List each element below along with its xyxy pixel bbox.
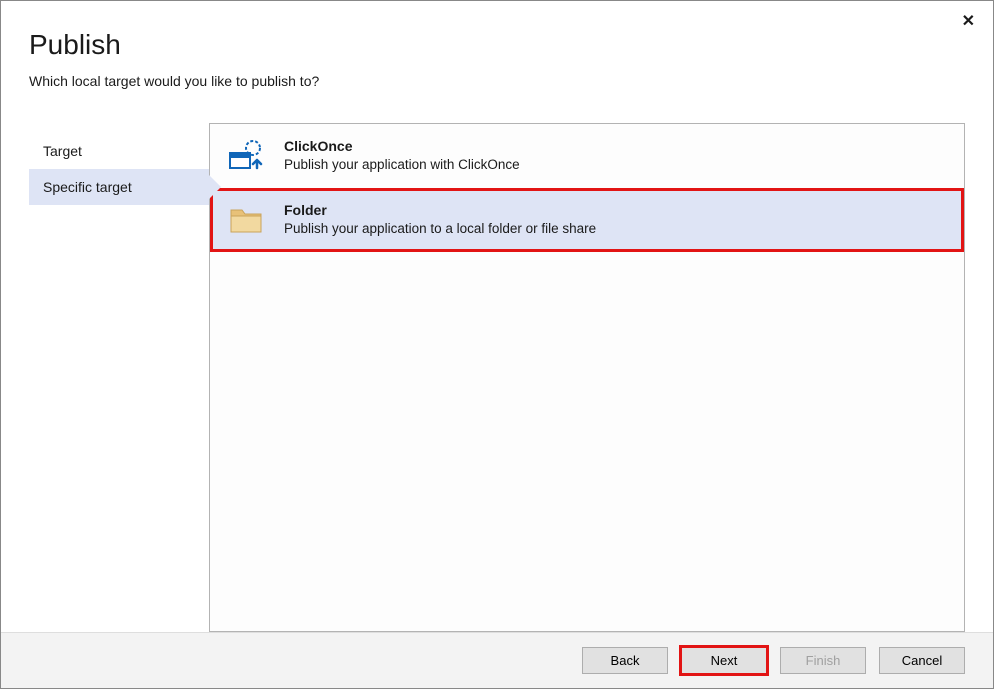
sidebar-item-specific-target[interactable]: Specific target (29, 169, 209, 205)
option-title: Folder (284, 202, 596, 218)
button-bar: Back Next Finish Cancel (1, 632, 993, 688)
option-folder[interactable]: Folder Publish your application to a loc… (210, 188, 964, 252)
page-subtitle: Which local target would you like to pub… (29, 73, 965, 89)
next-button[interactable]: Next (681, 647, 767, 674)
cancel-button[interactable]: Cancel (879, 647, 965, 674)
option-clickonce[interactable]: ClickOnce Publish your application with … (210, 124, 964, 188)
option-desc: Publish your application with ClickOnce (284, 157, 520, 172)
finish-button: Finish (780, 647, 866, 674)
option-text: Folder Publish your application to a loc… (284, 202, 596, 236)
option-title: ClickOnce (284, 138, 520, 154)
clickonce-icon (228, 138, 264, 174)
option-text: ClickOnce Publish your application with … (284, 138, 520, 172)
wizard-steps: Target Specific target (29, 123, 209, 632)
close-icon: ✕ (962, 13, 975, 30)
sidebar-item-label: Specific target (43, 179, 132, 195)
option-desc: Publish your application to a local fold… (284, 221, 596, 236)
header: Publish Which local target would you lik… (1, 1, 993, 105)
target-options: ClickOnce Publish your application with … (209, 123, 965, 632)
close-button[interactable]: ✕ (956, 9, 981, 33)
main: Target Specific target ClickOnce Publish… (1, 105, 993, 632)
back-button[interactable]: Back (582, 647, 668, 674)
folder-icon (228, 202, 264, 238)
sidebar-item-label: Target (43, 143, 82, 159)
sidebar-item-target[interactable]: Target (29, 133, 209, 169)
page-title: Publish (29, 29, 965, 61)
